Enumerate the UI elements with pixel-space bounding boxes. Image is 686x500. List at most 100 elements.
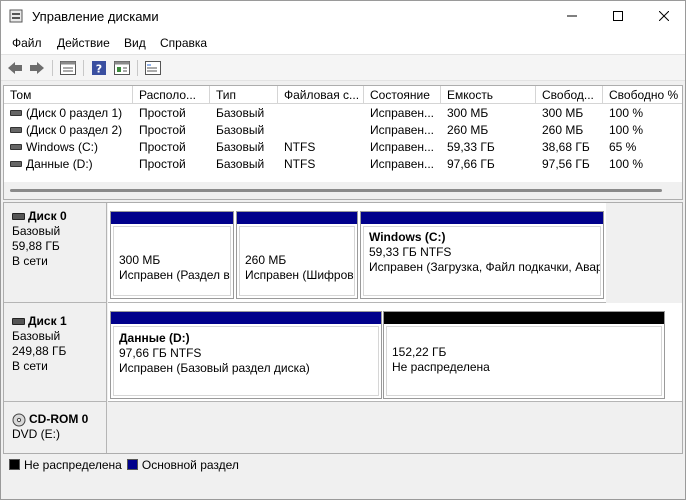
partition-status: Не распределена: [392, 360, 490, 374]
legend-primary-partition: Основной раздел: [141, 457, 239, 472]
cdrom-drive-letter: DVD (E:): [12, 427, 60, 441]
partition-disk0-1[interactable]: 300 МБ Исправен (Раздел во: [110, 211, 234, 299]
svg-text:?: ?: [96, 63, 102, 76]
close-button[interactable]: [641, 1, 686, 31]
column-header-volume[interactable]: Том: [4, 86, 133, 104]
disk-1-status: В сети: [12, 359, 48, 373]
cdrom-0-label[interactable]: CD-ROM 0 DVD (E:): [4, 402, 107, 453]
column-header-status[interactable]: Состояние: [364, 86, 441, 104]
cell-layout: Простой: [139, 140, 186, 154]
back-arrow-icon: [8, 62, 22, 74]
toolbar-separator: [83, 60, 84, 76]
disk-0-status: В сети: [12, 254, 48, 268]
partition-size: 300 МБ: [119, 253, 161, 267]
maximize-button[interactable]: [595, 1, 641, 31]
toolbar-separator: [137, 60, 138, 76]
disk-management-app-icon: [9, 9, 23, 23]
disk-0-name: Диск 0: [28, 209, 67, 223]
cdrom-name: CD-ROM 0: [29, 412, 89, 426]
toolbar: ?: [1, 54, 685, 81]
partition-size: 59,33 ГБ NTFS: [369, 245, 452, 259]
partition-windows-c[interactable]: Windows (C:) 59,33 ГБ NTFS Исправен (Заг…: [360, 211, 604, 299]
partition-status: Исправен (Раздел во: [119, 268, 231, 282]
cell-layout: Простой: [139, 106, 186, 120]
partition-disk0-2[interactable]: 260 МБ Исправен (Шифров: [236, 211, 358, 299]
disk-0-name-row: Диск 0: [12, 209, 106, 224]
scrollbar-thumb[interactable]: [10, 189, 662, 192]
cell-capacity: 260 МБ: [447, 123, 489, 137]
column-header-layout[interactable]: Располо...: [133, 86, 210, 104]
cell-capacity: 97,66 ГБ: [447, 157, 495, 171]
primary-partition-bar: [237, 212, 357, 224]
cell-filesystem: [278, 105, 364, 122]
cell-percent-free: 100 %: [609, 157, 644, 171]
table-row[interactable]: Windows (C:) Простой Базовый NTFS Исправ…: [4, 139, 682, 156]
cell-type: Базовый: [216, 123, 265, 137]
table-row[interactable]: (Диск 0 раздел 2) Простой Базовый Исправ…: [4, 122, 682, 139]
partition-size: 97,66 ГБ NTFS: [119, 346, 202, 360]
unallocated-swatch: [9, 459, 20, 470]
column-header-percent-free[interactable]: Свободно %: [603, 86, 682, 104]
back-button[interactable]: [6, 59, 24, 77]
horizontal-scrollbar[interactable]: [4, 182, 682, 199]
cell-capacity: 300 МБ: [447, 106, 489, 120]
disk-1-label[interactable]: Диск 1 Базовый 249,88 ГБ В сети: [4, 303, 107, 402]
volume-icon: [10, 126, 22, 133]
disk-icon: [12, 318, 25, 325]
close-icon: [659, 11, 669, 21]
column-header-free-space[interactable]: Свобод...: [536, 86, 603, 104]
column-header-filesystem[interactable]: Файловая с...: [278, 86, 364, 104]
toolbar-separator: [52, 60, 53, 76]
cell-filesystem: NTFS: [284, 157, 316, 171]
cell-free-space: 260 МБ: [542, 123, 584, 137]
cell-volume: Windows (C:): [4, 139, 133, 156]
disk-1-name: Диск 1: [28, 314, 67, 328]
show-list-button[interactable]: [59, 59, 77, 77]
disk-graphical-view: Диск 0 Базовый 59,88 ГБ В сети 300 МБ Ис…: [3, 202, 683, 454]
unallocated-bar: [384, 312, 664, 324]
unallocated-space[interactable]: 152,22 ГБ Не распределена: [383, 311, 665, 399]
disk-1-size: 249,88 ГБ: [12, 344, 67, 358]
disk-management-window: Управление дисками Файл Действие Вид Спр…: [0, 0, 686, 500]
menu-help[interactable]: Справка: [160, 36, 207, 50]
cell-status: Исправен...: [370, 140, 435, 154]
disk-0-size: 59,88 ГБ: [12, 239, 60, 253]
column-header-capacity[interactable]: Емкость: [441, 86, 536, 104]
disk-0-type: Базовый: [12, 224, 61, 238]
maximize-icon: [613, 11, 623, 21]
table-row[interactable]: Данные (D:) Простой Базовый NTFS Исправе…: [4, 156, 682, 173]
disk-0-label[interactable]: Диск 0 Базовый 59,88 ГБ В сети: [4, 203, 107, 303]
menu-view[interactable]: Вид: [124, 36, 146, 50]
partition-data-d[interactable]: Данные (D:) 97,66 ГБ NTFS Исправен (Базо…: [110, 311, 382, 399]
console-button[interactable]: [144, 59, 162, 77]
menu-action[interactable]: Действие: [57, 36, 110, 50]
table-row[interactable]: (Диск 0 раздел 1) Простой Базовый Исправ…: [4, 105, 682, 122]
cell-filesystem: [278, 122, 364, 139]
cdrom-0-area: [108, 402, 682, 453]
menu-bar: Файл Действие Вид Справка: [1, 31, 685, 54]
primary-partition-swatch: [126, 459, 138, 470]
forward-button[interactable]: [28, 59, 46, 77]
help-button[interactable]: ?: [90, 59, 108, 77]
menu-file[interactable]: Файл: [12, 36, 42, 50]
partition-status: Исправен (Шифров: [245, 268, 354, 282]
cell-volume-text: (Диск 0 раздел 1): [26, 106, 123, 120]
window-title: Управление дисками: [32, 9, 159, 24]
disk-1-name-row: Диск 1: [12, 314, 106, 329]
minimize-button[interactable]: [549, 1, 595, 31]
partition-info: 152,22 ГБ Не распределена: [386, 326, 662, 396]
cdrom-name-row: CD-ROM 0: [12, 412, 106, 427]
cell-volume: (Диск 0 раздел 2): [4, 122, 133, 139]
minimize-icon: [567, 15, 577, 17]
legend-unallocated: Не распределена: [24, 457, 122, 472]
partition-name: Windows (C:): [369, 230, 446, 244]
volume-list-table: Том Располо... Тип Файловая с... Состоян…: [3, 85, 683, 200]
partition-info: 260 МБ Исправен (Шифров: [239, 226, 355, 296]
properties-icon: [114, 61, 130, 75]
cell-percent-free: 100 %: [609, 106, 644, 120]
cell-type: Базовый: [216, 140, 265, 154]
properties-button[interactable]: [113, 59, 131, 77]
partition-info: Данные (D:) 97,66 ГБ NTFS Исправен (Базо…: [113, 326, 379, 396]
column-header-type[interactable]: Тип: [210, 86, 278, 104]
forward-arrow-icon: [30, 62, 44, 74]
